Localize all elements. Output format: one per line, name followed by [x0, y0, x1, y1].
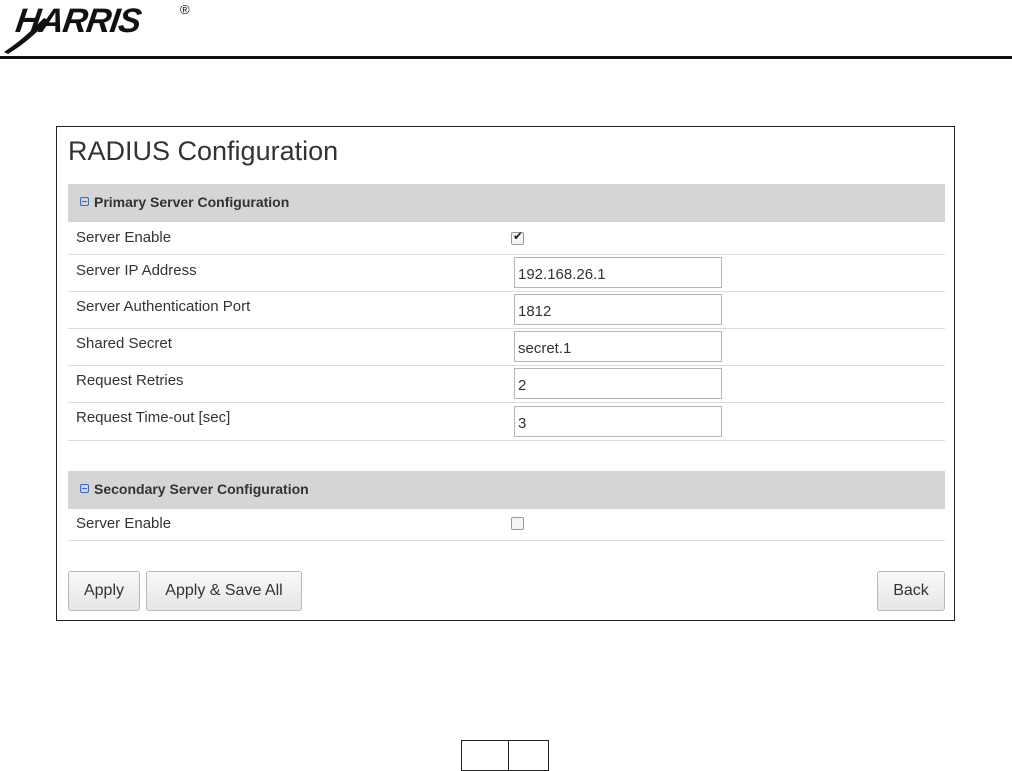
registered-mark: ®	[180, 2, 190, 17]
secondary-section-label: Secondary Server Configuration	[94, 481, 309, 497]
request-retries-label: Request Retries	[76, 372, 184, 389]
back-button[interactable]: Back	[877, 571, 945, 611]
shared-secret-label: Shared Secret	[76, 335, 172, 352]
harris-logo: HARRIS ®	[2, 0, 192, 56]
secondary-server-enable-checkbox[interactable]	[511, 517, 524, 530]
collapse-minus-icon[interactable]	[80, 197, 89, 206]
radius-config-panel: RADIUS Configuration Primary Server Conf…	[56, 126, 955, 621]
request-timeout-label: Request Time-out [sec]	[76, 409, 231, 426]
request-retries-row: Request Retries	[68, 366, 945, 403]
apply-button[interactable]: Apply	[68, 571, 140, 611]
primary-section-label: Primary Server Configuration	[94, 194, 290, 210]
request-retries-input[interactable]	[514, 368, 722, 399]
header-divider	[0, 56, 1012, 59]
request-timeout-row: Request Time-out [sec]	[68, 403, 945, 441]
server-ip-input[interactable]	[514, 257, 722, 288]
logo-wordmark: HARRIS	[13, 2, 144, 40]
server-enable-label: Server Enable	[76, 515, 172, 532]
secondary-server-enable-row: Server Enable	[68, 509, 945, 541]
primary-server-enable-row: Server Enable ✔	[68, 222, 945, 255]
apply-save-all-button[interactable]: Apply & Save All	[146, 571, 302, 611]
server-enable-label: Server Enable	[76, 229, 172, 246]
primary-section-header[interactable]: Primary Server Configuration	[68, 184, 945, 222]
server-ip-label: Server IP Address	[76, 262, 197, 279]
auth-port-label: Server Authentication Port	[76, 298, 251, 315]
page-number-box-left	[461, 740, 509, 771]
check-icon: ✔	[513, 229, 524, 243]
shared-secret-input[interactable]	[514, 331, 722, 362]
shared-secret-row: Shared Secret	[68, 329, 945, 366]
request-timeout-input[interactable]	[514, 406, 722, 437]
secondary-section-header[interactable]: Secondary Server Configuration	[68, 471, 945, 509]
auth-port-input[interactable]	[514, 294, 722, 325]
primary-server-enable-checkbox[interactable]: ✔	[511, 229, 524, 245]
auth-port-row: Server Authentication Port	[68, 292, 945, 329]
collapse-minus-icon[interactable]	[80, 484, 89, 493]
page-number-box-right	[508, 740, 549, 771]
page-title: RADIUS Configuration	[68, 136, 339, 166]
server-ip-row: Server IP Address	[68, 255, 945, 292]
